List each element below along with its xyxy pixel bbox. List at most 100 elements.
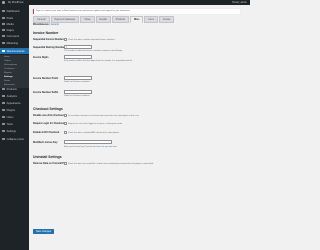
sidebar-item-label: Media	[6, 22, 14, 26]
submenu-item-status[interactable]: Status	[4, 80, 10, 82]
invoice-prefix-desc: Prefix for all invoice numbers.	[64, 81, 91, 83]
license-key-desc: Enter your license key. If you do not ha…	[64, 146, 117, 148]
sidebar-item-label: WooCommerce	[6, 49, 25, 53]
sidebar-item-label: Tools	[6, 122, 13, 126]
invoice-suffix-label: Invoice Number Suffix	[33, 91, 59, 94]
sidebar-item-label: Collapse menu	[6, 137, 24, 141]
wordpress-logo-icon[interactable]	[2, 1, 5, 4]
sidebar-item-woocommerce[interactable]: WooCommerce	[0, 48, 29, 54]
pin-icon	[2, 16, 5, 20]
sidebar-item-tools[interactable]: Tools	[0, 121, 29, 127]
settings-tabs: General Payment Gateways Taxes Emails Pr…	[33, 16, 175, 23]
user-account-link[interactable]: Howdy, admin	[232, 1, 247, 4]
tab-fees[interactable]: Fees	[144, 16, 158, 23]
sidebar-item-label: Appearance	[6, 101, 21, 105]
section-title-invoice: Invoice Number	[33, 31, 59, 35]
notice-text: Sign in to connect your store to WooComm…	[36, 10, 131, 12]
one-click-label: Disable one-click checkout	[33, 114, 64, 117]
license-key-desc-text: Enter your license key. If you do not ha…	[64, 146, 106, 148]
section-title-uninstall: Uninstall Settings	[33, 155, 62, 159]
sidebar-item-users[interactable]: Users	[0, 114, 29, 120]
require-login-label: Require Login for Checkout	[33, 122, 65, 125]
invoice-digits-desc: If the invoice number has less digits th…	[64, 60, 133, 62]
submenu-item-subscriptions[interactable]: Subscriptions	[4, 64, 17, 66]
sequential-invoice-label: Sequential Invoice Numbers	[33, 38, 66, 41]
starting-number-desc: The number at which the invoice numbers …	[64, 50, 123, 52]
megaphone-icon	[2, 41, 5, 45]
one-click-checkbox[interactable]	[64, 114, 67, 117]
submenu-item-settings[interactable]: Settings	[4, 76, 13, 78]
section-links: Miscellaneous | General	[33, 24, 59, 26]
sidebar-item-label: Plugins	[6, 108, 16, 112]
comment-icon	[2, 34, 5, 38]
save-changes-button[interactable]: Save changes	[33, 229, 55, 234]
remove-data-checkbox[interactable]	[64, 162, 67, 165]
tab-invoice[interactable]: Invoice	[158, 16, 175, 23]
invoice-suffix-input[interactable]	[64, 90, 92, 94]
tab-taxes[interactable]: Taxes	[80, 16, 95, 23]
license-key-label: Modified License Key	[33, 141, 58, 144]
tab-payment-gateways[interactable]: Payment Gateways	[50, 16, 80, 23]
sidebar-item-label: Posts	[6, 16, 14, 20]
sidebar-item-label: Users	[6, 115, 14, 119]
connect-notice: Sign in to connect your store to WooComm…	[33, 9, 240, 14]
wrench-icon	[2, 122, 5, 126]
require-login-desc: Require the user to be logged in to plac…	[68, 122, 123, 125]
sequential-invoice-desc: Check this box to enable sequential invo…	[68, 38, 116, 41]
chart-icon	[2, 94, 5, 98]
brush-icon	[2, 101, 5, 105]
starting-number-input[interactable]: 1	[64, 45, 92, 49]
sequential-invoice-checkbox[interactable]	[64, 38, 67, 41]
woocommerce-icon	[2, 49, 5, 53]
media-icon	[2, 22, 5, 26]
require-login-checkbox[interactable]	[64, 122, 67, 125]
sidebar-item-label: Pages	[6, 28, 14, 32]
sidebar-item-label: Dashboard	[6, 9, 20, 13]
invoice-prefix-label: Invoice Number Prefix	[33, 77, 59, 80]
plugin-icon	[2, 108, 5, 112]
starting-number-label: Sequential Starting Number	[33, 46, 65, 49]
dashboard-icon	[2, 9, 5, 13]
tab-misc[interactable]: Misc	[130, 16, 144, 23]
one-click-desc: Do not allow customers to checkout with …	[68, 114, 140, 117]
section-link-current[interactable]: Miscellaneous	[33, 24, 49, 26]
sidebar-item-dashboard[interactable]: Dashboard	[0, 8, 29, 14]
box-icon	[2, 87, 5, 91]
sidebar-item-label: Analytics	[6, 94, 17, 98]
enable-ajax-checkbox[interactable]	[64, 131, 67, 134]
sidebar-item-settings[interactable]: Settings	[0, 128, 29, 134]
tab-emails[interactable]: Emails	[95, 16, 111, 23]
sidebar-item-products[interactable]: Products	[0, 86, 29, 92]
tab-general[interactable]: General	[33, 16, 50, 23]
sidebar-item-appearance[interactable]: Appearance	[0, 100, 29, 106]
license-key-link[interactable]: get one here	[106, 146, 117, 148]
collapse-menu-button[interactable]: Collapse menu	[0, 136, 29, 142]
submenu-item-reports[interactable]: Reports	[4, 72, 12, 74]
sidebar-item-label: Comments	[6, 34, 20, 38]
section-link-other[interactable]: General	[51, 24, 59, 26]
enable-ajax-label: Enable AJAX Checkout	[33, 131, 60, 134]
admin-sidebar: Dashboard Posts Media Pages Comments Mar…	[0, 5, 29, 250]
enable-ajax-desc: Check this box to enable AJAX checkout f…	[68, 131, 120, 134]
invoice-digits-input[interactable]	[64, 55, 92, 59]
sidebar-item-analytics[interactable]: Analytics	[0, 93, 29, 99]
submenu-item-home[interactable]: Home	[4, 56, 10, 58]
user-icon	[2, 115, 5, 119]
sidebar-item-label: Marketing	[6, 41, 18, 45]
site-name-link[interactable]: My WordPress	[8, 1, 24, 4]
settings-icon	[2, 129, 5, 133]
page-icon	[2, 28, 5, 32]
license-key-input[interactable]	[64, 140, 112, 144]
invoice-suffix-desc: Suffix for all invoice numbers.	[64, 95, 91, 97]
remove-data-label: Remove Data on Uninstall?	[33, 162, 64, 165]
admin-bar: My WordPress Howdy, admin	[0, 0, 250, 5]
invoice-prefix-input[interactable]	[64, 76, 92, 80]
woocommerce-submenu: Home Orders Subscriptions Customers Repo…	[0, 55, 29, 88]
submenu-item-orders[interactable]: Orders	[4, 60, 11, 62]
sidebar-item-plugins[interactable]: Plugins	[0, 107, 29, 113]
sidebar-item-comments[interactable]: Comments	[0, 33, 29, 39]
tab-products[interactable]: Products	[111, 16, 130, 23]
sidebar-item-label: Products	[6, 87, 17, 91]
sidebar-item-marketing[interactable]: Marketing	[0, 40, 29, 46]
submenu-item-customers[interactable]: Customers	[4, 68, 15, 70]
